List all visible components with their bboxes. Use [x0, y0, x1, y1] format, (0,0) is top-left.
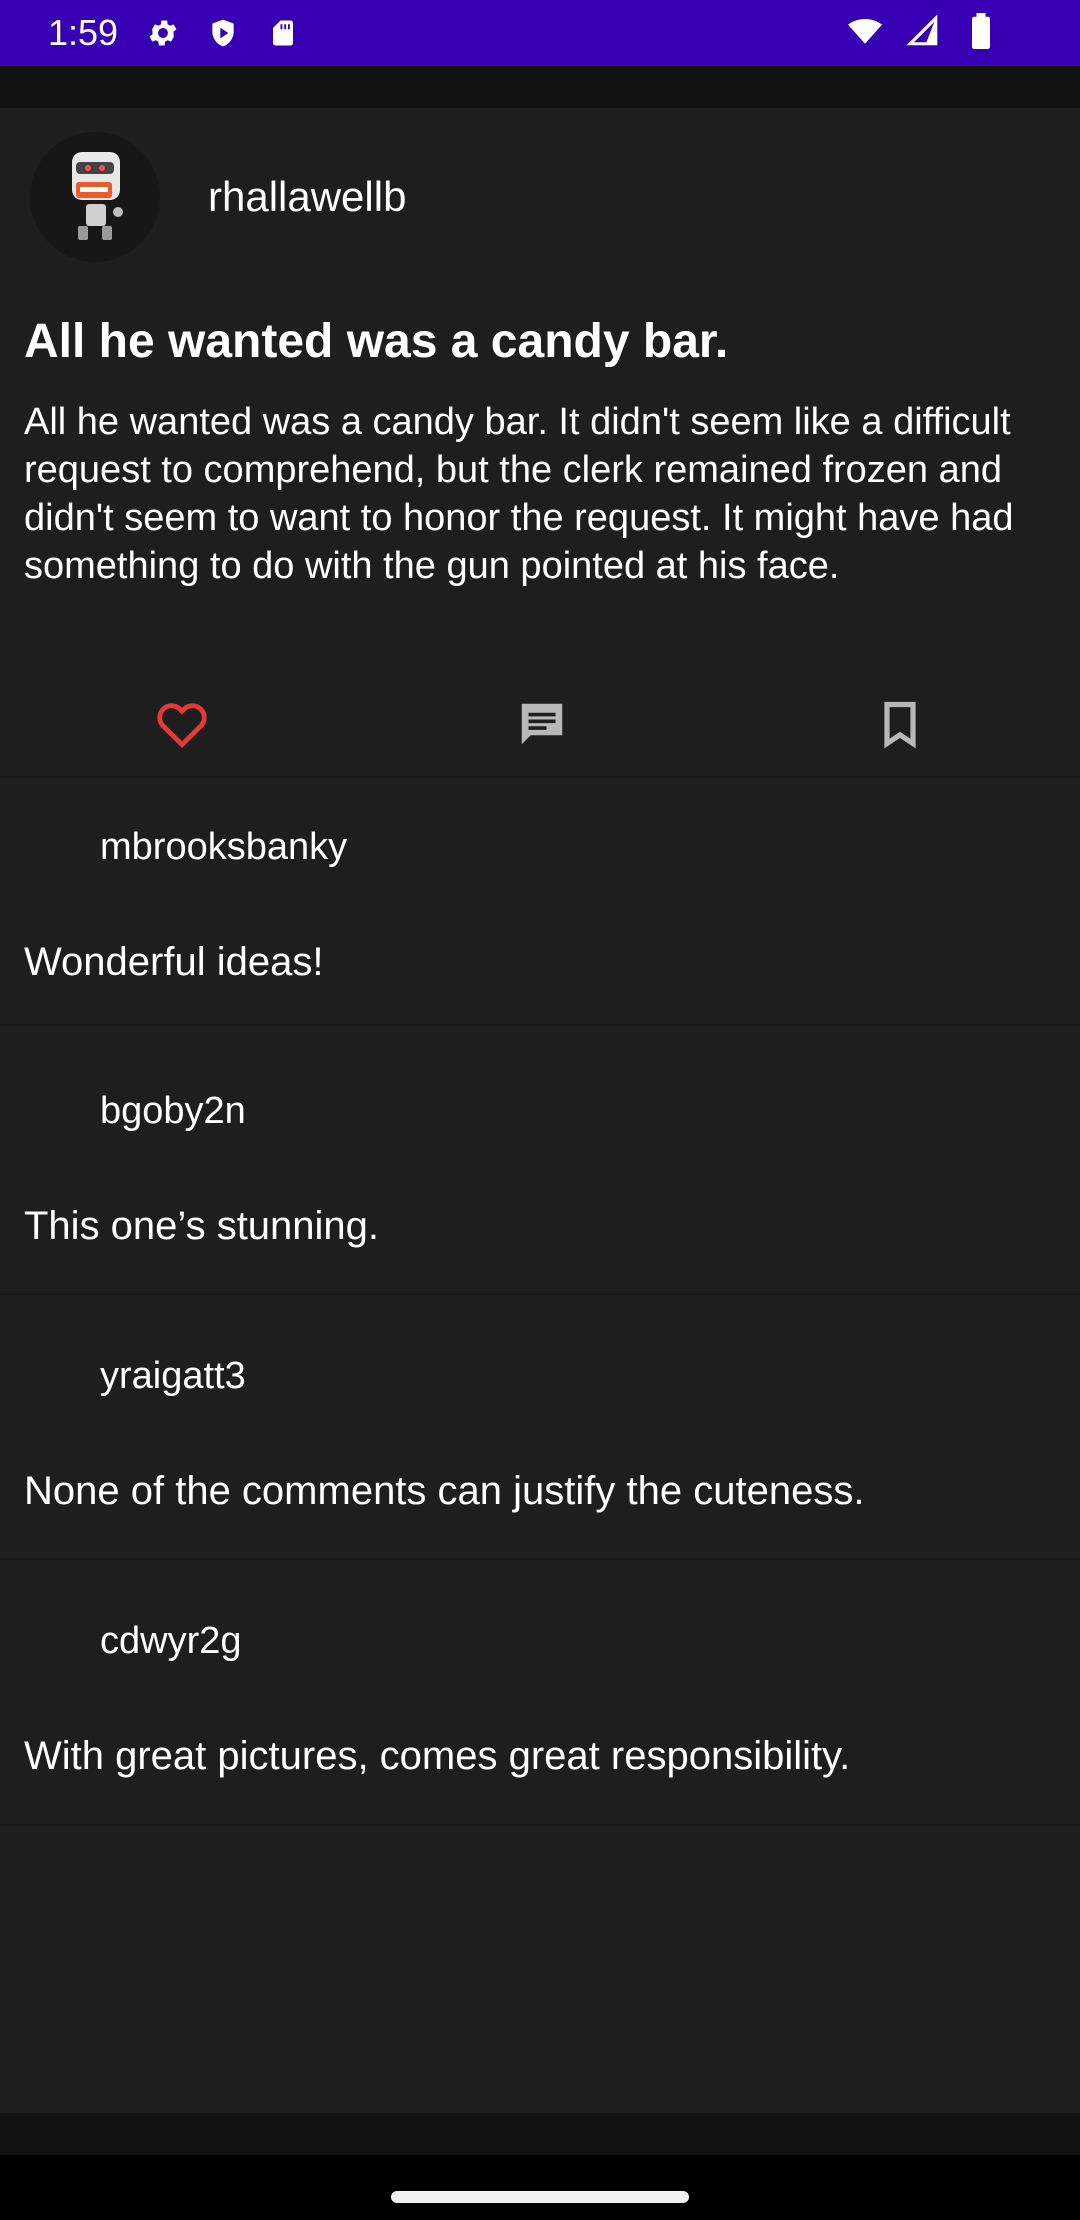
- bookmark-outline-icon: [874, 697, 926, 756]
- app-top-strip: [0, 66, 1080, 108]
- wifi-icon: [846, 12, 884, 50]
- comment-author[interactable]: bgoby2n: [100, 1090, 246, 1133]
- divider: [0, 1824, 1080, 1826]
- battery-icon: [962, 12, 1000, 50]
- shield-play-icon: [204, 14, 242, 52]
- comment-text: None of the comments can justify the cut…: [24, 1469, 865, 1513]
- sd-card-icon: [264, 14, 302, 52]
- list-item: cdwyr2g With great pictures, comes great…: [0, 1560, 1080, 1824]
- signal-icon: [904, 12, 942, 50]
- home-gesture-handle[interactable]: [391, 2191, 689, 2203]
- robot-avatar-icon[interactable]: [30, 132, 160, 262]
- post-author-row[interactable]: rhallawellb: [30, 132, 406, 262]
- bookmark-button[interactable]: [850, 676, 950, 776]
- comment-author[interactable]: yraigatt3: [100, 1355, 246, 1398]
- status-time: 1:59: [48, 12, 119, 53]
- comment-author[interactable]: cdwyr2g: [100, 1620, 242, 1663]
- navigation-bar: [0, 2155, 1080, 2220]
- comment-text: Wonderful ideas!: [24, 940, 324, 984]
- comment-button[interactable]: [492, 676, 592, 776]
- post-detail: rhallawellb All he wanted was a candy ba…: [0, 108, 1080, 2113]
- post-title: All he wanted was a candy bar.: [24, 315, 729, 368]
- post-actions: [0, 676, 1080, 776]
- comment-author[interactable]: mbrooksbanky: [100, 826, 347, 869]
- comment-icon: [515, 697, 569, 756]
- like-button[interactable]: [132, 676, 232, 776]
- status-bar: 1:59: [0, 0, 1080, 66]
- list-item: bgoby2n This one’s stunning.: [0, 1026, 1080, 1290]
- gear-icon: [144, 14, 182, 52]
- post-author-name[interactable]: rhallawellb: [208, 173, 406, 221]
- heart-outline-icon: [153, 695, 211, 758]
- post-body: All he wanted was a candy bar. It didn't…: [24, 401, 1014, 587]
- comment-text: This one’s stunning.: [24, 1204, 380, 1248]
- list-item: mbrooksbanky Wonderful ideas!: [0, 778, 1080, 1042]
- status-right-icons: [836, 12, 1010, 50]
- list-item: yraigatt3 None of the comments can justi…: [0, 1295, 1080, 1559]
- app-bottom-strip: [0, 2113, 1080, 2155]
- comment-text: With great pictures, comes great respons…: [24, 1734, 851, 1778]
